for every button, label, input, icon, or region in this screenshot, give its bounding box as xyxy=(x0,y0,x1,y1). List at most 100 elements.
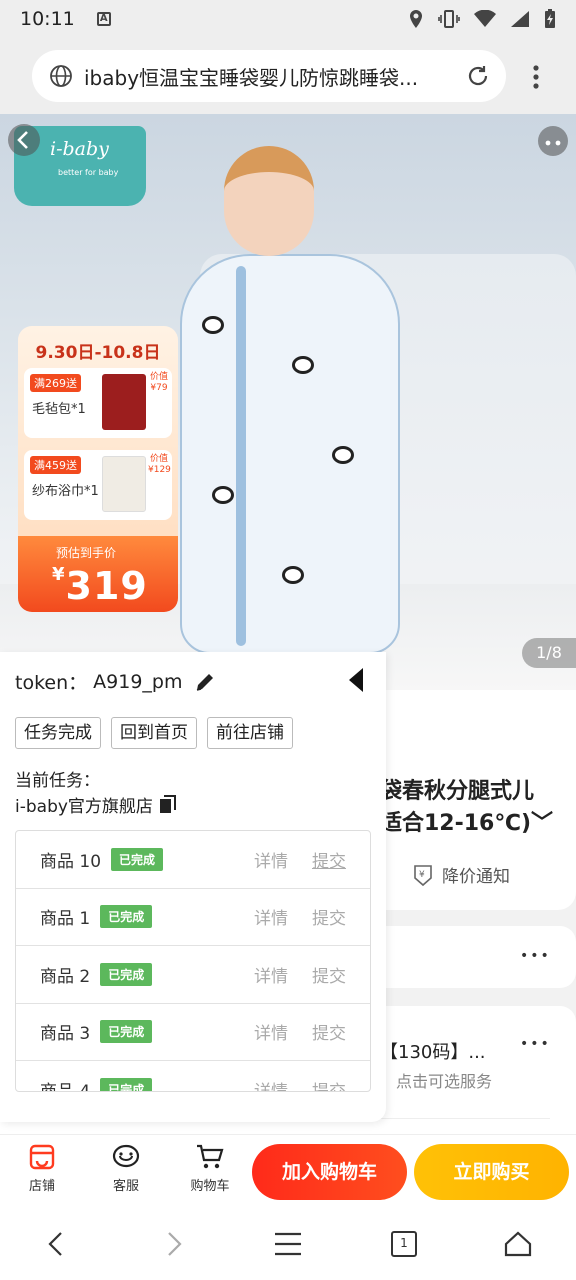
service-selection[interactable]: ，点击可选服务 xyxy=(380,1068,492,1092)
gift-item: 毛毡包*1 xyxy=(32,402,86,417)
bottom-action-bar: 店铺 客服 购物车 加入购物车 立即购买 xyxy=(0,1134,576,1208)
child-head xyxy=(224,146,314,256)
product-image[interactable]: i-baby better for baby 9.30日-10.8日 满269送… xyxy=(0,114,576,690)
shop-icon xyxy=(29,1144,55,1170)
shop-button[interactable]: 店铺 xyxy=(12,1143,72,1194)
current-shop-name: i-baby官方旗舰店 xyxy=(15,797,153,817)
felt-bag-image xyxy=(102,374,146,430)
panda-print xyxy=(282,566,304,584)
detail-link[interactable]: 详情 xyxy=(254,904,288,929)
go-to-shop-button[interactable]: 前往店铺 xyxy=(207,717,293,749)
product-task-list: 商品 10 已完成 详情 提交 商品 1 已完成 详情 提交 商品 2 已完成 … xyxy=(15,830,371,1092)
product-title: 袋春秋分腿式儿 适合12-16℃)﹀ xyxy=(380,779,554,836)
back-home-button[interactable]: 回到首页 xyxy=(111,717,197,749)
gift-worth: 价值¥79 xyxy=(149,372,168,393)
address-bar[interactable]: ibaby恒温宝宝睡袋婴儿防惊跳睡袋... xyxy=(32,50,506,102)
list-item: 商品 1 已完成 详情 提交 xyxy=(16,889,370,946)
list-item: 商品 4 已完成 详情 提交 xyxy=(16,1061,370,1092)
url-text[interactable]: ibaby恒温宝宝睡袋婴儿防惊跳睡袋... xyxy=(84,62,456,91)
customer-service-button[interactable]: 客服 xyxy=(96,1143,156,1194)
panda-print xyxy=(212,486,234,504)
buy-now-button[interactable]: 立即购买 xyxy=(414,1144,569,1200)
detail-link[interactable]: 详情 xyxy=(254,1019,288,1044)
battery-icon xyxy=(545,9,555,28)
notification-icon: A xyxy=(96,12,111,26)
detail-link[interactable]: 详情 xyxy=(254,1077,288,1091)
list-item: 商品 3 已完成 详情 提交 xyxy=(16,1004,370,1061)
price-drop-notify[interactable]: ¥ 降价通知 xyxy=(412,862,510,887)
panda-print xyxy=(202,316,224,334)
more-dots-icon[interactable]: ••• xyxy=(520,948,551,964)
price-tag-icon: ¥ xyxy=(414,864,432,886)
back-arrow-icon[interactable] xyxy=(8,124,40,156)
browser-menu-icon[interactable] xyxy=(524,62,548,92)
product-name: 商品 2 xyxy=(40,966,91,987)
gift-worth: 价值¥129 xyxy=(148,454,171,475)
status-badge: 已完成 xyxy=(100,962,153,986)
promo-card: 9.30日-10.8日 满269送 毛毡包*1 价值¥79 满459送 纱布浴巾… xyxy=(18,326,178,612)
submit-link[interactable]: 提交 xyxy=(312,1077,346,1091)
copy-icon[interactable] xyxy=(159,794,177,815)
task-complete-button[interactable]: 任务完成 xyxy=(15,717,101,749)
status-badge: 已完成 xyxy=(100,1077,153,1091)
child-in-sleep-sack xyxy=(180,146,400,654)
product-name: 商品 3 xyxy=(40,1024,91,1045)
status-time: 10:11 xyxy=(20,8,75,30)
reload-icon[interactable] xyxy=(464,62,492,90)
price-label: 预估到手价 xyxy=(56,546,117,560)
add-to-cart-button[interactable]: 加入购物车 xyxy=(252,1144,407,1200)
task-panel: token： A919_pm 任务完成 回到首页 前往店铺 当前任务： i-ba… xyxy=(0,652,386,1122)
panda-print xyxy=(292,356,314,374)
signal-icon xyxy=(511,11,529,27)
detail-link[interactable]: 详情 xyxy=(254,962,288,987)
cart-icon xyxy=(197,1144,224,1169)
globe-icon xyxy=(50,65,72,87)
status-bar: 10:11 A xyxy=(0,0,576,38)
detail-link[interactable]: 详情 xyxy=(254,847,288,872)
nav-forward-icon[interactable] xyxy=(158,1228,190,1260)
gift-condition: 满459送 xyxy=(30,456,81,474)
list-item: 商品 10 已完成 详情 提交 xyxy=(16,831,370,889)
collapse-panel-icon[interactable] xyxy=(348,666,364,694)
gift-card-1: 满269送 毛毡包*1 价值¥79 xyxy=(24,368,172,438)
price-value: ¥319 xyxy=(52,564,148,608)
edit-icon[interactable] xyxy=(194,671,216,693)
panel-action-buttons: 任务完成 回到首页 前往店铺 xyxy=(15,717,293,749)
towel-image xyxy=(102,456,146,512)
submit-link[interactable]: 提交 xyxy=(312,847,346,872)
nav-home-icon[interactable] xyxy=(502,1228,534,1260)
nav-menu-icon[interactable] xyxy=(272,1228,304,1260)
nav-back-icon[interactable] xyxy=(40,1228,72,1260)
sleep-sack-zipper xyxy=(236,266,246,646)
chat-icon xyxy=(112,1144,140,1168)
token-row: token： A919_pm xyxy=(15,668,216,695)
estimated-price-box: 预估到手价 ¥319 xyxy=(18,536,178,612)
current-task-label: 当前任务： xyxy=(15,771,100,791)
submit-link[interactable]: 提交 xyxy=(312,962,346,987)
status-badge: 已完成 xyxy=(100,905,153,929)
submit-link[interactable]: 提交 xyxy=(312,1019,346,1044)
tabs-button[interactable]: 1 xyxy=(388,1228,420,1260)
gift-condition: 满269送 xyxy=(30,374,81,392)
more-dots-icon[interactable]: ••• xyxy=(520,1036,551,1052)
gift-card-2: 满459送 纱布浴巾*1 价值¥129 xyxy=(24,450,172,520)
current-shop: i-baby官方旗舰店 xyxy=(15,792,177,817)
token-value: A919_pm xyxy=(93,670,183,693)
system-nav-bar: 1 xyxy=(0,1208,576,1280)
promo-dates: 9.30日-10.8日 xyxy=(35,343,161,363)
panda-print xyxy=(332,446,354,464)
list-item: 商品 2 已完成 详情 提交 xyxy=(16,946,370,1004)
size-selection[interactable]: 【130码】... xyxy=(380,1038,486,1064)
cart-button[interactable]: 购物车 xyxy=(180,1143,240,1194)
status-badge: 已完成 xyxy=(111,847,164,871)
status-badge: 已完成 xyxy=(100,1020,153,1044)
browser-toolbar: ibaby恒温宝宝睡袋婴儿防惊跳睡袋... xyxy=(0,38,576,114)
wifi-icon xyxy=(474,10,496,27)
more-options-icon[interactable] xyxy=(538,126,568,156)
image-counter: 1/8 xyxy=(522,638,576,668)
submit-link[interactable]: 提交 xyxy=(312,904,346,929)
location-icon xyxy=(410,10,422,28)
product-name: 商品 4 xyxy=(40,1081,91,1092)
product-name: 商品 1 xyxy=(40,909,91,930)
svg-text:¥: ¥ xyxy=(419,870,425,880)
